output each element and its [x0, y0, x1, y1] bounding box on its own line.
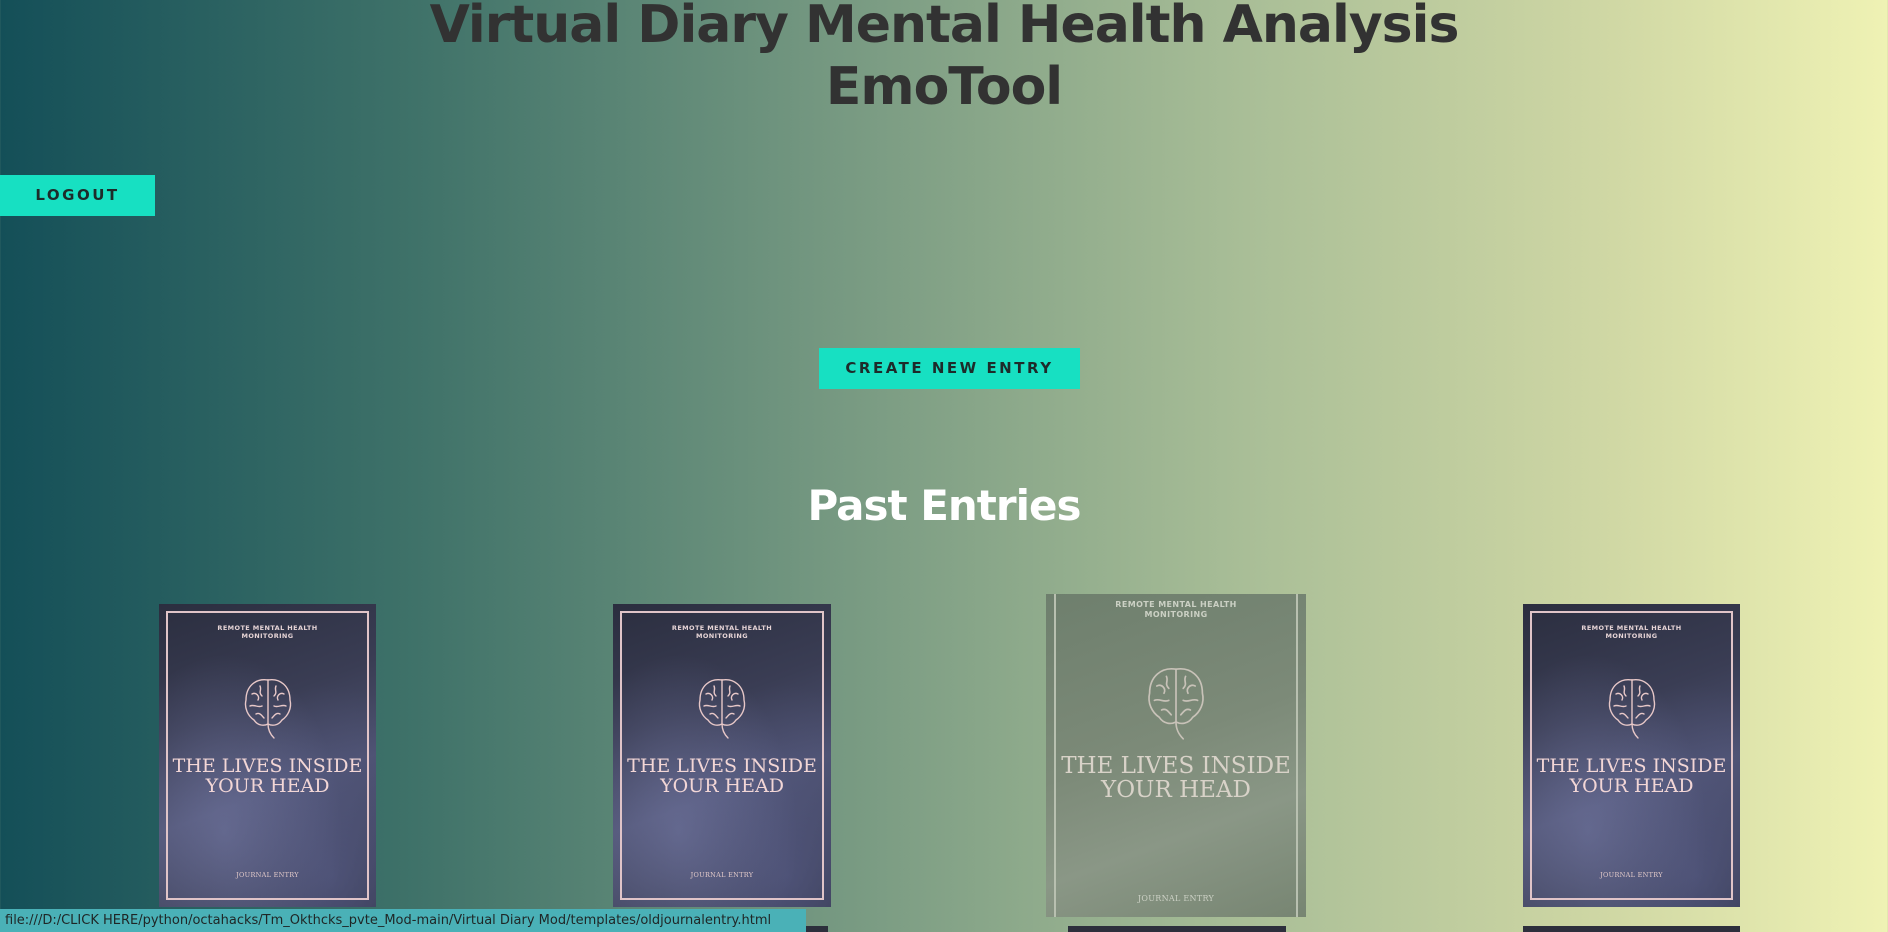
card-bottom-text: JOURNAL ENTRY	[1137, 894, 1215, 903]
page-title-line2: EmoTool	[825, 57, 1063, 117]
card-headline: THE LIVES INSIDE YOUR HEAD	[1536, 755, 1727, 797]
card-bottom-text: JOURNAL ENTRY	[236, 871, 299, 879]
past-entries-heading: Past Entries	[807, 481, 1082, 530]
card-top-text: REMOTE MENTAL HEALTH MONITORING	[1115, 600, 1237, 619]
journal-entry-card[interactable]: REMOTE MENTAL HEALTH MONITORING THE LIVE…	[1523, 604, 1740, 907]
card-top-text: REMOTE MENTAL HEALTH MONITORING	[217, 624, 318, 640]
card-bottom-text: JOURNAL ENTRY	[1600, 871, 1663, 879]
page-title-line1: Virtual Diary Mental Health Analysis	[429, 0, 1460, 55]
brain-icon	[244, 679, 291, 739]
card-bottom-text: JOURNAL ENTRY	[690, 871, 754, 879]
journal-entry-card-hovered[interactable]: REMOTE MENTAL HEALTH MONITORING THE LIVE…	[1046, 594, 1306, 917]
journal-entry-card[interactable]: REMOTE MENTAL HEALTH MONITORING THE LIVE…	[159, 604, 376, 907]
card-top-text: REMOTE MENTAL HEALTH MONITORING	[671, 624, 773, 640]
journal-entry-card[interactable]: REMOTE MENTAL HEALTH MONITORING THE LIVE…	[613, 604, 831, 907]
brain-icon	[698, 679, 746, 739]
next-row-card-edge	[806, 926, 828, 932]
next-row-card-edge	[1523, 926, 1740, 932]
card-headline: THE LIVES INSIDE YOUR HEAD	[1061, 753, 1291, 803]
brain-icon	[1148, 668, 1204, 740]
card-headline: THE LIVES INSIDE YOUR HEAD	[627, 755, 817, 797]
logout-button[interactable]: LOGOUT	[0, 175, 155, 216]
card-top-text: REMOTE MENTAL HEALTH MONITORING	[1581, 624, 1682, 640]
next-row-card-edge	[1068, 926, 1286, 932]
page-title: Virtual Diary Mental Health Analysis Emo…	[0, 0, 1888, 118]
browser-status-bar-url: file:///D:/CLICK HERE/python/octahacks/T…	[0, 909, 806, 932]
create-new-entry-button[interactable]: CREATE NEW ENTRY	[819, 348, 1080, 389]
brain-icon	[1608, 679, 1655, 739]
card-headline: THE LIVES INSIDE YOUR HEAD	[172, 755, 363, 797]
